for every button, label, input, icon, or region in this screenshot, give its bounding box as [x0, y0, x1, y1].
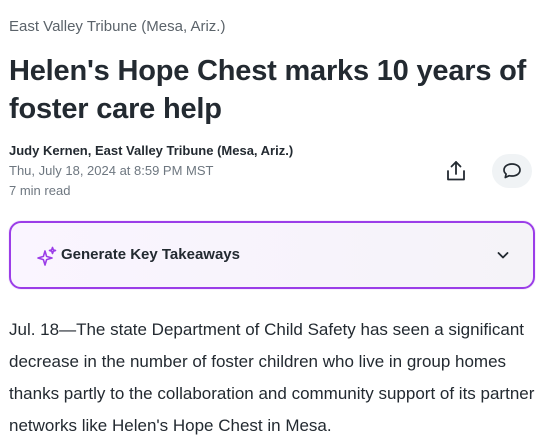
sparkle-icon — [37, 246, 57, 266]
article-byline[interactable]: Judy Kernen, East Valley Tribune (Mesa, … — [9, 143, 293, 158]
article-body-paragraph: Jul. 18—The state Department of Child Sa… — [9, 320, 535, 435]
article-source[interactable]: East Valley Tribune (Mesa, Ariz.) — [9, 18, 225, 35]
comment-icon — [503, 163, 521, 179]
share-icon — [447, 161, 465, 181]
takeaways-label: Generate Key Takeaways — [61, 246, 240, 263]
share-button[interactable] — [436, 154, 476, 188]
generate-key-takeaways-button[interactable]: Generate Key Takeaways — [9, 221, 535, 289]
article-read-time: 7 min read — [9, 183, 71, 198]
comment-button[interactable] — [492, 154, 532, 188]
article-date: Thu, July 18, 2024 at 8:59 PM MST — [9, 163, 214, 178]
chevron-down-icon — [497, 252, 509, 259]
article-headline: Helen's Hope Chest marks 10 years of fos… — [9, 55, 527, 125]
